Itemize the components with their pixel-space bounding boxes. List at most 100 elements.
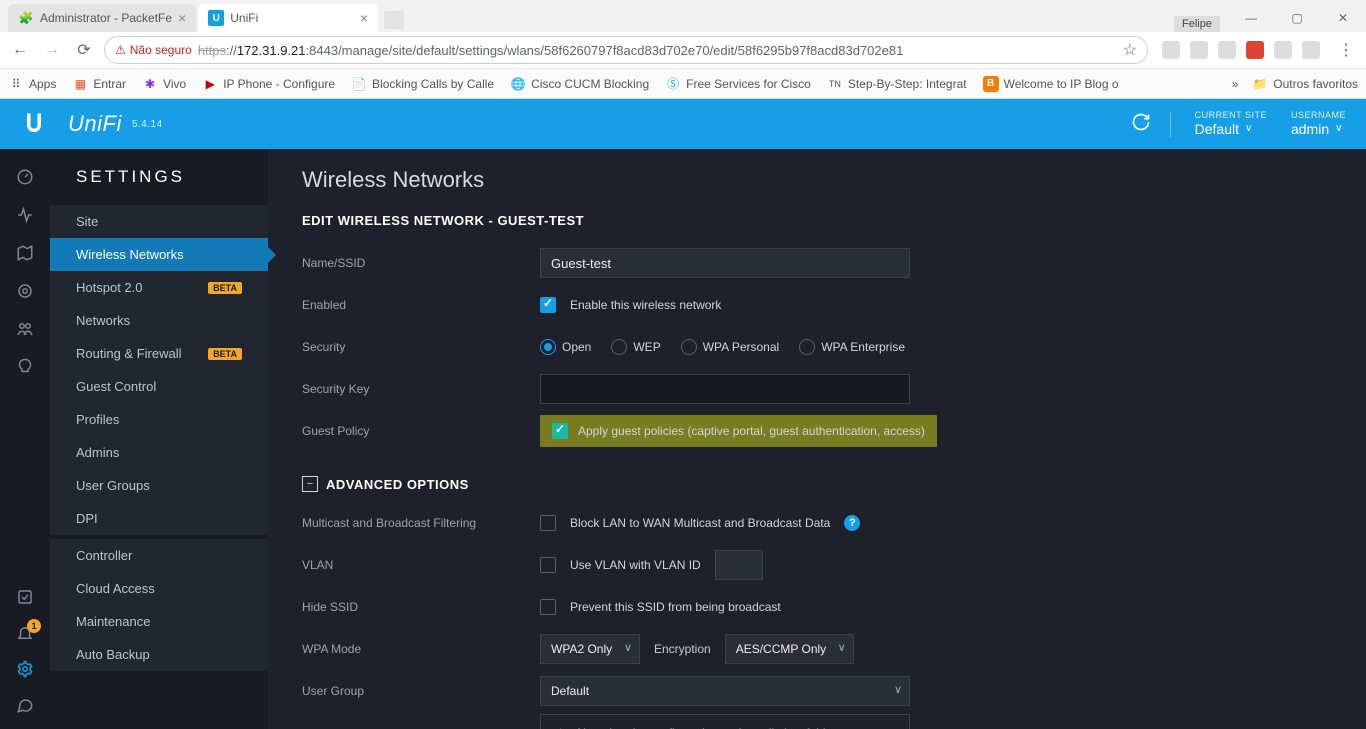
encryption-select[interactable]: AES/CCMP Only — [725, 634, 854, 664]
doc-icon: 📄 — [351, 76, 367, 92]
tn-icon: TN — [827, 76, 843, 92]
extension-icon[interactable] — [1218, 41, 1236, 59]
browser-menu-icon[interactable]: ⋮ — [1334, 38, 1358, 62]
dashboard-icon[interactable] — [15, 167, 35, 187]
vlan-id-input[interactable] — [715, 550, 763, 580]
favicon-icon: U — [208, 10, 224, 26]
alerts-icon[interactable]: 1 — [15, 623, 35, 643]
devices-icon[interactable] — [15, 281, 35, 301]
main-content: Wireless Networks EDIT WIRELESS NETWORK … — [268, 149, 1366, 729]
security-open-radio[interactable]: Open — [540, 339, 591, 355]
security-wpa-enterprise-radio[interactable]: WPA Enterprise — [799, 339, 905, 355]
sidebar-item-auto-backup[interactable]: Auto Backup — [50, 638, 268, 671]
window-maximize-button[interactable]: ▢ — [1274, 4, 1320, 32]
window-minimize-button[interactable]: — — [1228, 4, 1274, 32]
sidebar-item-controller[interactable]: Controller — [50, 539, 268, 572]
favicon-icon: 🧩 — [18, 10, 34, 26]
bookmark-item[interactable]: ⓈFree Services for Cisco — [665, 76, 811, 92]
new-tab-button[interactable] — [384, 11, 404, 29]
username-dropdown[interactable]: USERNAME admin∨ — [1291, 110, 1346, 138]
tab-title: Administrator - PacketFe — [40, 11, 172, 25]
sidebar-item-cloud-access[interactable]: Cloud Access — [50, 572, 268, 605]
advanced-options-toggle[interactable]: − ADVANCED OPTIONS — [302, 476, 1332, 492]
reload-button[interactable]: ⟳ — [72, 38, 96, 62]
label-wpa-mode: WPA Mode — [302, 642, 540, 656]
sidebar-item-dpi[interactable]: DPI — [50, 502, 268, 535]
hide-ssid-checkbox[interactable] — [540, 599, 556, 615]
insights-icon[interactable] — [15, 357, 35, 377]
extension-icon[interactable] — [1162, 41, 1180, 59]
current-site-dropdown[interactable]: CURRENT SITE Default∨ — [1195, 110, 1267, 138]
sidebar-item-admins[interactable]: Admins — [50, 436, 268, 469]
chevron-down-icon: ∨ — [1245, 123, 1252, 135]
browser-user-badge[interactable]: Felipe — [1174, 16, 1220, 32]
label-hide-ssid: Hide SSID — [302, 600, 540, 614]
unifi-wordmark: UniFi5.4.14 — [68, 111, 163, 137]
forward-button[interactable]: → — [40, 38, 64, 62]
bookmark-item[interactable]: 🌐Cisco CUCM Blocking — [510, 76, 649, 92]
vlan-checkbox[interactable] — [540, 557, 556, 573]
events-icon[interactable] — [15, 587, 35, 607]
cisco-icon: 🌐 — [510, 76, 526, 92]
bookmark-item[interactable]: ✱Vivo — [142, 76, 186, 92]
browser-tab-active[interactable]: U UniFi × — [198, 4, 378, 32]
sidebar-item-maintenance[interactable]: Maintenance — [50, 605, 268, 638]
page-title: Wireless Networks — [302, 167, 1332, 193]
security-wpa-personal-radio[interactable]: WPA Personal — [681, 339, 779, 355]
settings-icon[interactable] — [15, 659, 35, 679]
ms-icon: ▦ — [72, 76, 88, 92]
chat-icon[interactable] — [15, 695, 35, 715]
label-guest-policy: Guest Policy — [302, 424, 540, 438]
sidebar-item-networks[interactable]: Networks — [50, 304, 268, 337]
extension-icon[interactable] — [1274, 41, 1292, 59]
sidebar-item-hotspot[interactable]: Hotspot 2.0BETA — [50, 271, 268, 304]
collapse-icon: − — [302, 476, 318, 492]
multicast-label: Block LAN to WAN Multicast and Broadcast… — [570, 516, 830, 530]
enabled-checkbox[interactable] — [540, 297, 556, 313]
statistics-icon[interactable] — [15, 205, 35, 225]
user-group-select[interactable]: Default — [540, 676, 910, 706]
back-button[interactable]: ← — [8, 38, 32, 62]
security-key-input[interactable] — [540, 374, 910, 404]
refresh-icon[interactable] — [1131, 112, 1171, 137]
sidebar-item-user-groups[interactable]: User Groups — [50, 469, 268, 502]
ssid-input[interactable] — [540, 248, 910, 278]
sidebar-item-profiles[interactable]: Profiles — [50, 403, 268, 436]
close-icon[interactable]: × — [178, 10, 186, 26]
version-text: 5.4.14 — [132, 119, 163, 130]
sidebar-item-guest-control[interactable]: Guest Control — [50, 370, 268, 403]
extension-icon[interactable] — [1246, 41, 1264, 59]
address-bar[interactable]: ⚠ Não seguro https://172.31.9.21:8443/ma… — [104, 36, 1148, 64]
label-multicast: Multicast and Broadcast Filtering — [302, 516, 540, 530]
bookmarks-overflow[interactable]: » — [1232, 77, 1239, 91]
url-text: https://172.31.9.21:8443/manage/site/def… — [198, 43, 904, 58]
bookmark-item[interactable]: 📄Blocking Calls by Calle — [351, 76, 494, 92]
bookmark-item[interactable]: ▦Entrar — [72, 76, 126, 92]
bookmark-star-icon[interactable]: ☆ — [1123, 40, 1137, 60]
settings-sidebar: SETTINGS Site Wireless Networks Hotspot … — [50, 149, 268, 729]
apps-bookmark[interactable]: ⠿Apps — [8, 76, 56, 92]
hide-ssid-label: Prevent this SSID from being broadcast — [570, 600, 781, 614]
sidebar-item-wireless-networks[interactable]: Wireless Networks — [50, 238, 268, 271]
wpa-mode-select[interactable]: WPA2 Only — [540, 634, 640, 664]
sidebar-item-site[interactable]: Site — [50, 205, 268, 238]
sidebar-item-routing[interactable]: Routing & FirewallBETA — [50, 337, 268, 370]
bookmark-item[interactable]: TNStep-By-Step: Integrat — [827, 76, 967, 92]
skype-icon: Ⓢ — [665, 76, 681, 92]
clients-icon[interactable] — [15, 319, 35, 339]
map-icon[interactable] — [15, 243, 35, 263]
security-wep-radio[interactable]: WEP — [611, 339, 660, 355]
window-close-button[interactable]: ✕ — [1320, 4, 1366, 32]
close-icon[interactable]: × — [360, 10, 368, 26]
extension-icon[interactable] — [1190, 41, 1208, 59]
browser-tab[interactable]: 🧩 Administrator - PacketFe × — [8, 4, 196, 32]
other-bookmarks[interactable]: 📁Outros favoritos — [1252, 76, 1358, 92]
bookmark-item[interactable]: ▶IP Phone - Configure — [202, 76, 335, 92]
advanced-options-title: ADVANCED OPTIONS — [326, 477, 469, 492]
bookmark-item[interactable]: BWelcome to IP Blog o — [983, 76, 1119, 92]
extension-icon[interactable] — [1302, 41, 1320, 59]
multicast-checkbox[interactable] — [540, 515, 556, 531]
guest-policy-checkbox[interactable] — [552, 423, 568, 439]
help-icon[interactable]: ? — [844, 515, 860, 531]
beta-badge: BETA — [208, 282, 242, 294]
